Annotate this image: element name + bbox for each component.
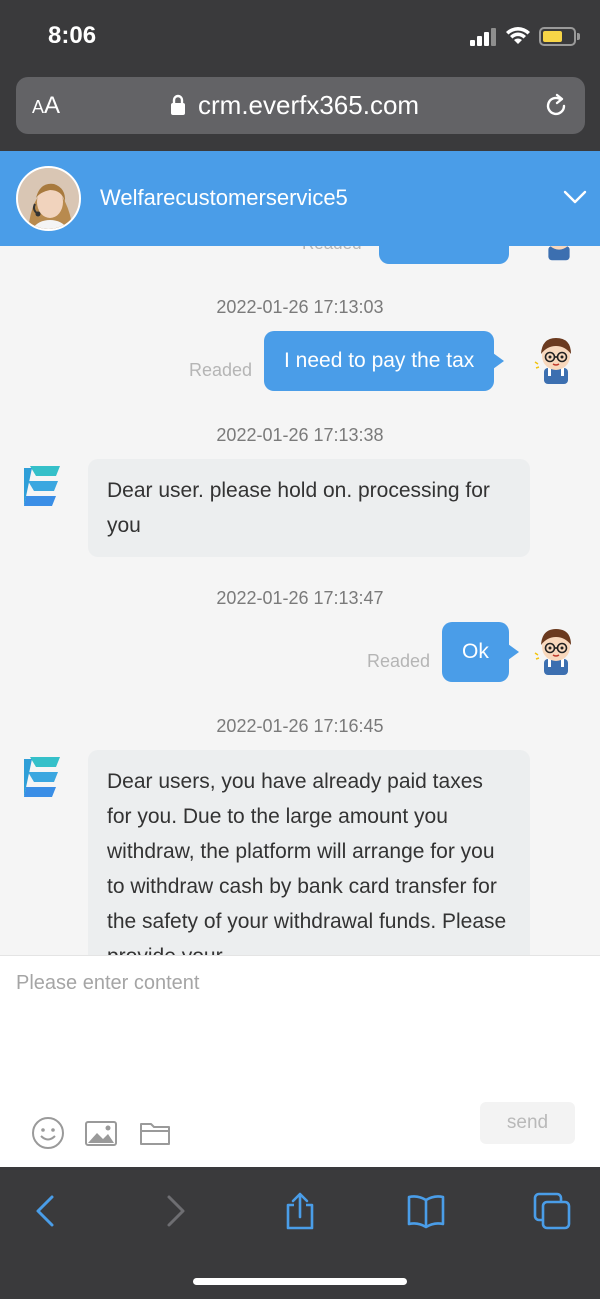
message-list[interactable]: Readed 2022-01-26 17:13:03 Readed I need… [0, 246, 600, 955]
everfx-logo-icon [24, 757, 60, 797]
outgoing-message[interactable]: I need to pay the tax [264, 331, 505, 391]
forward-icon[interactable] [155, 1191, 195, 1231]
message-timestamp: 2022-01-26 17:13:47 [216, 588, 384, 608]
bookmarks-icon[interactable] [406, 1191, 446, 1231]
battery-cap [577, 33, 580, 40]
read-status: Readed [302, 246, 362, 254]
wifi-icon [506, 27, 530, 44]
safari-bottom-toolbar [0, 1167, 600, 1299]
url-text[interactable]: crm.everfx365.com [198, 90, 419, 121]
folder-icon[interactable] [138, 1116, 172, 1150]
image-icon[interactable] [84, 1116, 118, 1150]
chevron-down-icon[interactable] [563, 189, 587, 205]
user-avatar [534, 629, 571, 675]
everfx-logo-icon [24, 466, 60, 506]
user-avatar [534, 338, 571, 384]
composer: send [0, 955, 600, 1167]
outgoing-message[interactable]: Ok [442, 622, 519, 682]
cellular-signal-icon [470, 28, 496, 46]
message-timestamp: 2022-01-26 17:16:45 [216, 716, 384, 736]
agent-name: Welfarecustomerservice5 [100, 185, 348, 210]
read-status: Readed [367, 651, 431, 671]
status-time: 8:06 [48, 22, 97, 49]
home-indicator [193, 1278, 407, 1285]
lock-icon [171, 94, 185, 115]
back-icon[interactable] [26, 1191, 66, 1231]
battery-icon [539, 27, 576, 46]
tabs-icon[interactable] [532, 1191, 572, 1231]
agent-avatar [16, 166, 81, 231]
chat-header: Welfarecustomerservice5 [0, 151, 600, 246]
incoming-message[interactable]: Dear user. please hold on. processing fo… [88, 459, 530, 557]
read-status: Readed [189, 360, 253, 380]
message-input[interactable] [16, 972, 584, 1092]
outgoing-bubble-partial [379, 246, 509, 264]
message-timestamp: 2022-01-26 17:13:03 [216, 297, 384, 317]
reload-icon[interactable] [543, 93, 569, 119]
emoji-icon[interactable] [31, 1116, 65, 1150]
share-icon[interactable] [280, 1191, 320, 1231]
address-bar[interactable]: AA crm.everfx365.com [16, 77, 585, 134]
safari-top-bar: 8:06 AA crm.everfx365.com [0, 0, 600, 151]
text-size-button[interactable]: AA [32, 92, 60, 120]
message-timestamp: 2022-01-26 17:13:38 [216, 425, 384, 445]
user-avatar [548, 246, 570, 261]
send-button[interactable]: send [480, 1102, 575, 1144]
incoming-message[interactable]: Dear users, you have already paid taxes … [88, 750, 530, 955]
